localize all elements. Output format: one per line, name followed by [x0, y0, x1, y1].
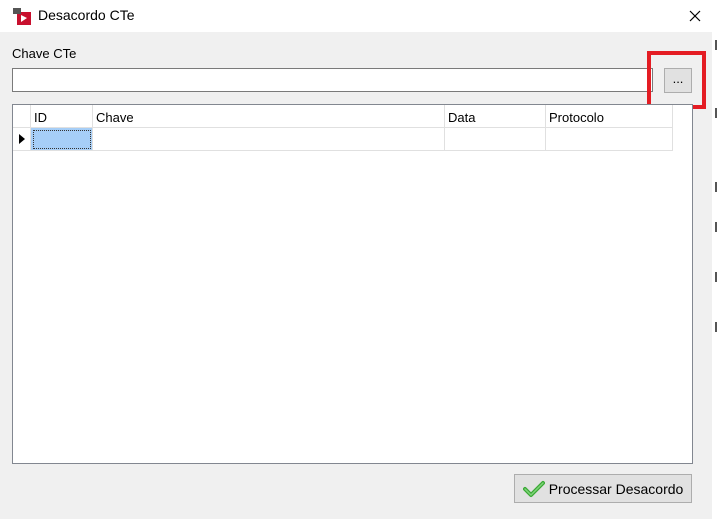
column-header-id[interactable]: ID	[31, 105, 93, 128]
row-header-corner	[13, 105, 31, 128]
checkmark-icon	[522, 480, 545, 497]
grid-header: ID Chave Data Protocolo	[13, 105, 673, 128]
app-icon	[12, 7, 32, 25]
chave-cte-label: Chave CTe	[12, 46, 77, 61]
background-window-edge	[712, 32, 717, 519]
browse-button[interactable]: ...	[664, 68, 692, 93]
current-row-arrow-icon	[19, 134, 25, 144]
column-header-protocolo[interactable]: Protocolo	[546, 105, 673, 128]
title-bar: Desacordo CTe	[0, 0, 717, 32]
processar-desacordo-button[interactable]: Processar Desacordo	[514, 474, 692, 503]
cell-id[interactable]	[31, 128, 93, 151]
close-icon	[689, 10, 700, 22]
chave-cte-input[interactable]	[12, 68, 653, 92]
cell-protocolo[interactable]	[546, 128, 673, 151]
window-title: Desacordo CTe	[38, 7, 135, 23]
cell-chave[interactable]	[93, 128, 445, 151]
cell-data[interactable]	[445, 128, 546, 151]
row-header[interactable]	[13, 128, 31, 151]
column-header-data[interactable]: Data	[445, 105, 546, 128]
column-header-chave[interactable]: Chave	[93, 105, 445, 128]
table-row[interactable]	[13, 128, 673, 151]
processar-desacordo-label: Processar Desacordo	[548, 480, 684, 497]
results-grid[interactable]: ID Chave Data Protocolo	[12, 104, 693, 464]
dialog-window: Desacordo CTe Chave CTe ... ID Chave Dat…	[0, 0, 717, 519]
close-button[interactable]	[672, 0, 717, 32]
